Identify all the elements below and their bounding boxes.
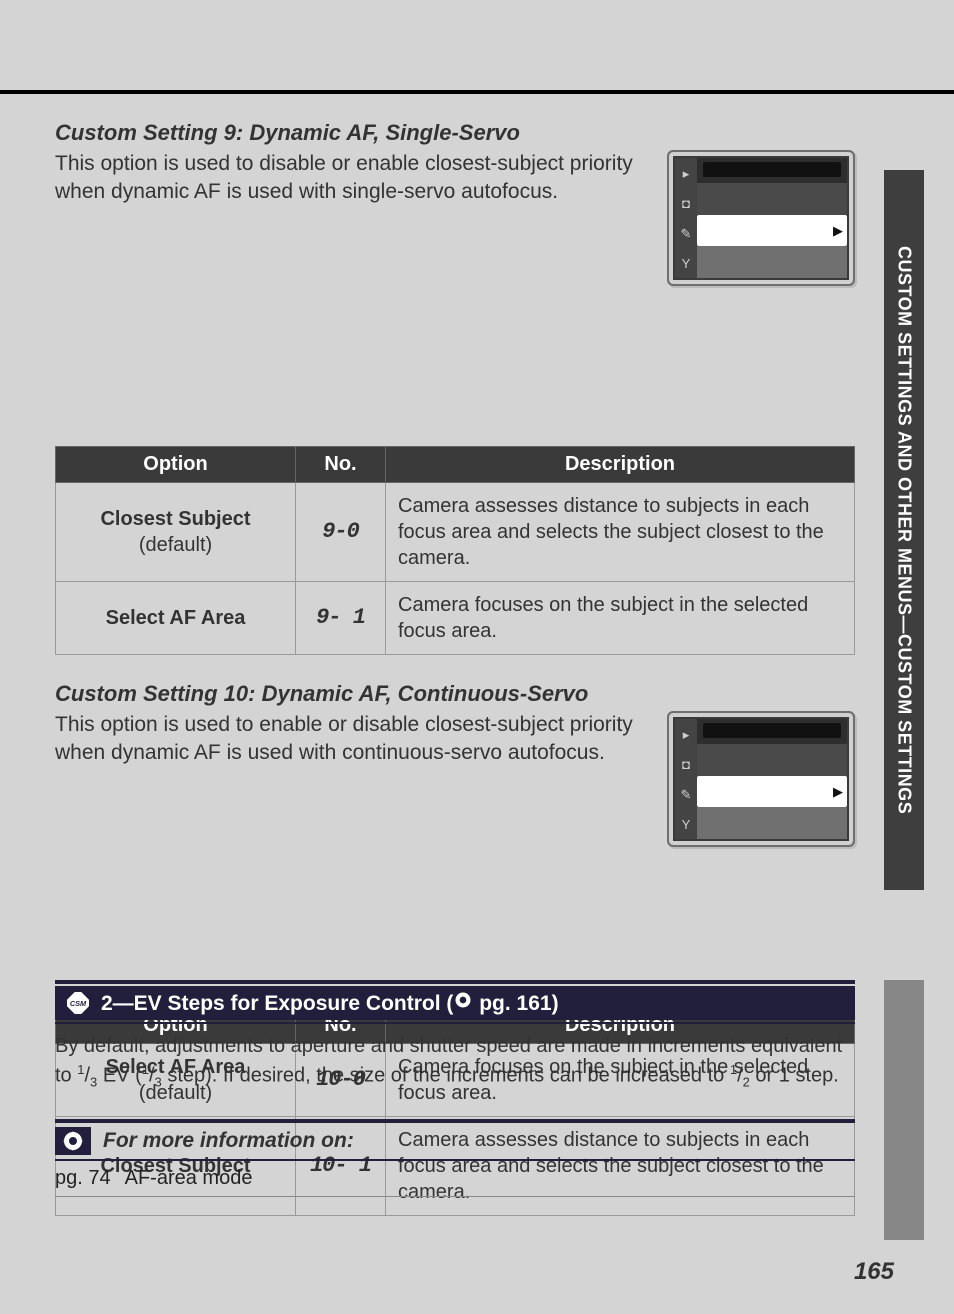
- option-name: Select AF Area: [106, 607, 246, 629]
- camera-icon: ◘: [682, 758, 690, 771]
- option-sub: (default): [68, 532, 283, 558]
- lcd-select-arrow-icon: ▶: [833, 784, 843, 800]
- pencil-icon: ✎: [681, 788, 692, 801]
- col-no: No.: [296, 447, 386, 483]
- lcd-select-arrow-icon: ▶: [833, 223, 843, 239]
- lcd-illustration-9: ▸ ◘ ✎ Y ▶: [667, 150, 855, 286]
- option-number: 9- 1: [316, 605, 365, 630]
- ev-body: By default, adjustments to aperture and …: [55, 1032, 855, 1093]
- page-number: 165: [854, 1258, 894, 1286]
- lcd-illustration-10: ▸ ◘ ✎ Y ▶: [667, 711, 855, 847]
- page-ref-icon: [55, 1127, 91, 1155]
- more-info-title: For more information on:: [103, 1129, 354, 1153]
- chapter-tab-label: CUSTOM SETTINGS AND OTHER MENUS—CUSTOM S…: [894, 246, 915, 814]
- thumb-index-tab: [884, 980, 924, 1240]
- setting-9-body: This option is used to disable or enable…: [55, 150, 651, 286]
- wrench-icon: Y: [682, 257, 691, 270]
- ref-page: pg. 74: [55, 1167, 111, 1190]
- lcd-menu-icons: ▸ ◘ ✎ Y: [675, 158, 697, 278]
- lcd-menu-icons: ▸ ◘ ✎ Y: [675, 719, 697, 839]
- svg-text:CSM: CSM: [70, 999, 87, 1008]
- wrench-icon: Y: [682, 818, 691, 831]
- option-name: Closest Subject: [100, 508, 250, 530]
- page-ref-icon: [453, 990, 473, 1010]
- setting-10-title: Custom Setting 10: Dynamic AF, Continuou…: [55, 681, 855, 707]
- more-info-section: For more information on: pg. 74 AF-area …: [55, 1119, 855, 1197]
- csm-badge-icon: CSM: [65, 992, 91, 1014]
- cross-reference-row: pg. 74 AF-area mode: [55, 1161, 855, 1197]
- playback-icon: ▸: [683, 728, 690, 741]
- ev-title-suffix: pg. 161): [473, 992, 558, 1015]
- header-rule: [0, 90, 954, 94]
- setting-10-body: This option is used to enable or disable…: [55, 711, 651, 847]
- setting-9-title: Custom Setting 9: Dynamic AF, Single-Ser…: [55, 120, 855, 146]
- option-desc: Camera focuses on the subject in the sel…: [386, 582, 855, 655]
- col-description: Description: [386, 447, 855, 483]
- table-header-row: Option No. Description: [56, 447, 855, 483]
- chapter-tab: CUSTOM SETTINGS AND OTHER MENUS—CUSTOM S…: [884, 170, 924, 890]
- playback-icon: ▸: [683, 167, 690, 180]
- ev-steps-section: CSM 2—EV Steps for Exposure Control ( pg…: [55, 980, 855, 1197]
- setting-9-table: Option No. Description Closest Subject(d…: [55, 446, 855, 655]
- ref-label: AF-area mode: [125, 1167, 253, 1190]
- manual-page: CUSTOM SETTINGS AND OTHER MENUS—CUSTOM S…: [0, 0, 954, 1314]
- col-option: Option: [56, 447, 296, 483]
- table-row: Closest Subject(default) 9-0 Camera asse…: [56, 483, 855, 582]
- ev-section-header: CSM 2—EV Steps for Exposure Control ( pg…: [55, 986, 855, 1020]
- option-number: 9-0: [322, 519, 359, 544]
- option-desc: Camera assesses distance to subjects in …: [386, 483, 855, 582]
- camera-icon: ◘: [682, 197, 690, 210]
- table-row: Select AF Area 9- 1 Camera focuses on th…: [56, 582, 855, 655]
- pencil-icon: ✎: [681, 227, 692, 240]
- ev-title-prefix: 2—EV Steps for Exposure Control (: [101, 992, 453, 1015]
- setting-9-section: Custom Setting 9: Dynamic AF, Single-Ser…: [55, 120, 855, 655]
